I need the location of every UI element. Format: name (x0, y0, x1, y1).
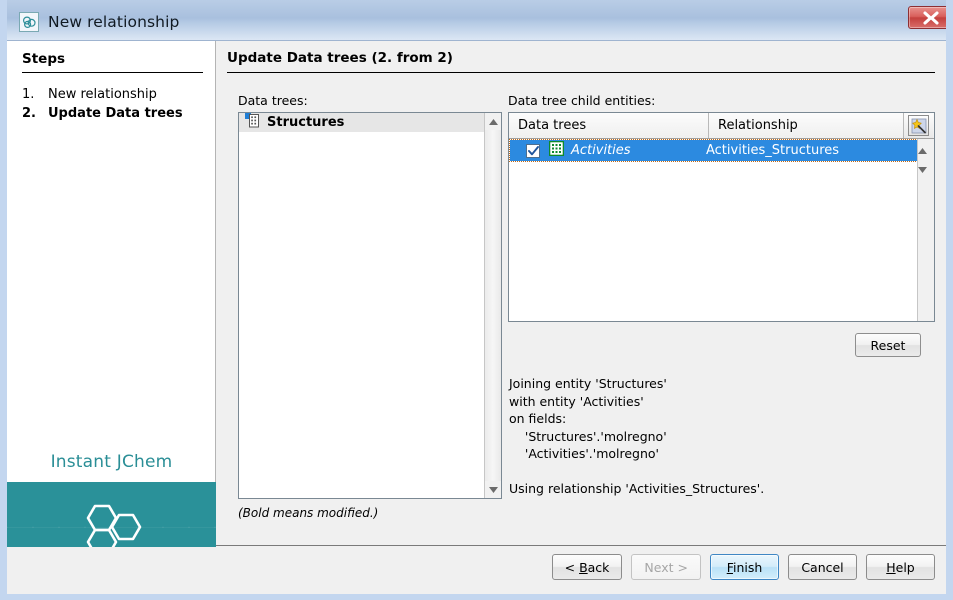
back-button[interactable]: < Back (552, 554, 623, 580)
cancel-button-label: Cancel (801, 560, 843, 575)
table-cell-data-tree: Activities (571, 143, 706, 158)
entity-grid-icon (549, 141, 564, 160)
table-scrollbar[interactable] (917, 139, 934, 321)
reset-button[interactable]: Reset (855, 333, 921, 357)
datatree-icon (245, 113, 260, 132)
dialog-window: New relationship Steps 1.New relationshi… (0, 0, 953, 600)
page-title: Update Data trees (2. from 2) (227, 50, 453, 66)
main-pane: Update Data trees (2. from 2) Data trees… (216, 41, 946, 546)
child-entities-label: Data tree child entities: (508, 93, 655, 108)
next-button: Next > (631, 554, 701, 580)
scroll-up-icon[interactable] (485, 113, 501, 130)
data-trees-list[interactable]: Structures (238, 112, 502, 499)
finish-button[interactable]: Finish (710, 554, 779, 580)
table-header: Data trees Relationship (509, 113, 934, 139)
cancel-button[interactable]: Cancel (788, 554, 857, 580)
row-checkbox[interactable] (526, 144, 540, 158)
close-button[interactable] (908, 6, 952, 29)
list-item-label: Structures (267, 115, 344, 130)
step-item-1: 1.New relationship (22, 87, 157, 102)
footer-button-bar: < Back Next > Finish Cancel Help (552, 554, 935, 580)
list-item[interactable]: Structures (239, 113, 486, 132)
window-title: New relationship (48, 13, 179, 31)
next-button-label: Next > (644, 560, 688, 575)
column-chooser-button[interactable] (904, 113, 933, 138)
finish-button-label: Finish (727, 560, 763, 575)
steps-divider (22, 72, 203, 73)
title-bar: New relationship (7, 0, 953, 41)
column-header-relationship[interactable]: Relationship (709, 113, 904, 138)
step-item-2: 2.Update Data trees (22, 106, 183, 121)
child-entities-table[interactable]: Data trees Relationship (508, 112, 935, 322)
data-trees-label: Data trees: (238, 93, 308, 108)
scrollbar-track[interactable] (485, 130, 501, 481)
column-header-data-trees[interactable]: Data trees (509, 113, 709, 138)
scroll-down-icon[interactable] (485, 481, 501, 498)
step-label-2: Update Data trees (48, 106, 183, 121)
molecule-icon (19, 12, 39, 32)
steps-heading: Steps (22, 51, 65, 67)
page-title-divider (227, 72, 935, 73)
step-number-2: 2. (22, 106, 48, 121)
help-button[interactable]: Help (866, 554, 935, 580)
close-icon (922, 11, 940, 25)
back-button-label: < Back (565, 560, 610, 575)
footer: < Back Next > Finish Cancel Help (7, 547, 946, 587)
brand-name: Instant JChem (7, 452, 216, 472)
check-icon (528, 146, 539, 156)
step-label-1: New relationship (48, 87, 157, 102)
help-button-label: Help (886, 560, 915, 575)
step-number-1: 1. (22, 87, 48, 102)
scrollbar-track[interactable] (918, 156, 934, 304)
dialog-content: Steps 1.New relationship 2.Update Data t… (7, 41, 946, 587)
steps-panel: Steps 1.New relationship 2.Update Data t… (7, 41, 216, 546)
table-row[interactable]: Activities Activities_Structures (510, 140, 917, 161)
data-trees-scrollbar[interactable] (484, 113, 501, 498)
table-cell-relationship: Activities_Structures (706, 143, 839, 158)
magic-wand-icon (908, 115, 929, 136)
relationship-info-text: Joining entity 'Structures' with entity … (509, 375, 764, 498)
bold-means-modified-note: (Bold means modified.) (238, 506, 378, 520)
